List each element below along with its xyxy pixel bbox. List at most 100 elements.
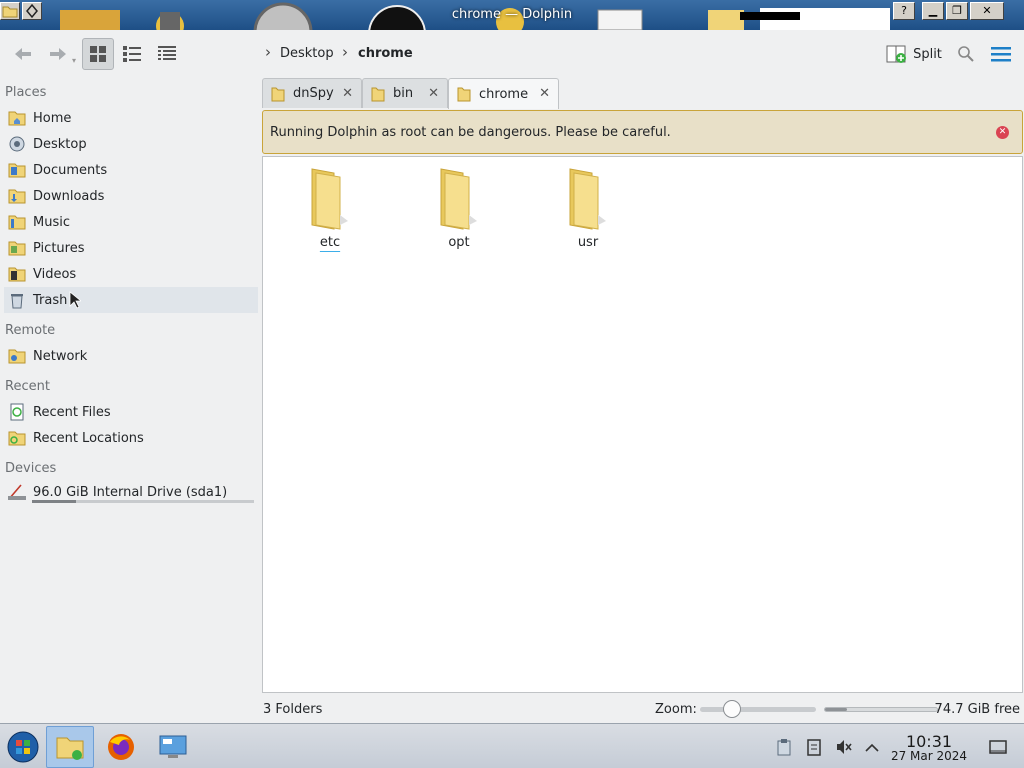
breadcrumb-chevron-icon: › <box>265 43 271 61</box>
sidebar-item-recent-files[interactable]: Recent Files <box>4 399 258 425</box>
folder-count: 3 Folders <box>263 702 323 717</box>
firefox-icon <box>108 734 134 760</box>
forward-arrow-icon <box>50 48 66 60</box>
sidebar-item-home[interactable]: Home <box>4 105 258 131</box>
tab-bin[interactable]: bin ✕ <box>362 78 448 108</box>
folder-icon <box>560 165 616 231</box>
documents-folder-icon <box>7 160 27 180</box>
root-warning-message: Running Dolphin as root can be dangerous… <box>262 110 1023 154</box>
details-view-button[interactable] <box>152 38 182 70</box>
folder-item-usr[interactable]: usr <box>548 165 628 255</box>
zoom-label: Zoom: <box>655 702 697 717</box>
clipboard-icon[interactable] <box>774 737 794 757</box>
folder-icon <box>271 86 285 102</box>
folder-icon <box>457 86 471 102</box>
start-orb-icon <box>7 731 39 763</box>
zoom-slider-handle[interactable] <box>723 700 742 718</box>
icons-view-icon <box>90 46 106 62</box>
close-warning-icon[interactable]: ✕ <box>996 126 1009 139</box>
main-toolbar: ▾ › Desktop › chrome Split <box>0 30 1024 78</box>
minimize-button[interactable]: ▁ <box>922 2 944 20</box>
folder-item-etc[interactable]: etc <box>290 165 370 255</box>
taskbar: 10:31 27 Mar 2024 <box>0 723 1024 768</box>
title-bar[interactable]: chrome — Dolphin ? ▁ ❐ ✕ <box>0 0 1024 30</box>
trash-icon <box>7 290 27 310</box>
free-space-fill <box>825 708 848 711</box>
sidebar-item-trash[interactable]: Trash <box>4 287 258 313</box>
start-button[interactable] <box>0 726 46 768</box>
free-space-bar <box>824 707 938 712</box>
forward-button[interactable]: ▾ <box>43 38 76 70</box>
sidebar-item-recent-locations[interactable]: Recent Locations <box>4 425 258 451</box>
hamburger-menu-icon <box>991 47 1011 62</box>
hamburger-menu-button[interactable] <box>986 38 1016 70</box>
show-hidden-icons-chevron-icon[interactable] <box>862 737 882 757</box>
breadcrumb-desktop[interactable]: Desktop <box>280 46 334 61</box>
drive-usage-fill <box>32 500 77 503</box>
drive-icon <box>7 482 27 502</box>
file-view[interactable]: etc opt usr <box>262 156 1023 693</box>
breadcrumb-current[interactable]: chrome <box>358 46 413 61</box>
tab-bar: dnSpy ✕ bin ✕ chrome ✕ <box>262 78 1022 109</box>
notes-icon[interactable] <box>804 737 824 757</box>
sidebar-item-music[interactable]: Music <box>4 209 258 235</box>
split-button[interactable]: Split <box>884 38 944 70</box>
pictures-folder-icon <box>7 238 27 258</box>
recent-files-icon <box>7 402 27 422</box>
section-heading-places: Places <box>5 85 47 100</box>
tab-close-icon[interactable]: ✕ <box>342 86 353 101</box>
tab-dnspy[interactable]: dnSpy ✕ <box>262 78 362 108</box>
window-title: chrome — Dolphin <box>451 7 573 22</box>
chevron-down-icon: ▾ <box>71 56 76 65</box>
compact-view-icon <box>123 46 141 62</box>
folder-icon <box>302 165 358 231</box>
drive-usage-bar <box>32 500 254 503</box>
back-arrow-icon <box>15 48 31 60</box>
mouse-cursor-icon <box>69 291 82 309</box>
sidebar-item-desktop[interactable]: Desktop <box>4 131 258 157</box>
zoom-slider[interactable] <box>700 700 816 718</box>
icons-view-button[interactable] <box>82 38 114 70</box>
section-heading-recent: Recent <box>5 379 50 394</box>
system-settings-icon <box>159 735 187 758</box>
sidebar-item-videos[interactable]: Videos <box>4 261 258 287</box>
taskbar-firefox-button[interactable] <box>98 726 144 768</box>
search-button[interactable] <box>952 38 980 70</box>
taskbar-dolphin-button[interactable] <box>46 726 94 768</box>
volume-muted-icon[interactable] <box>834 737 854 757</box>
section-heading-devices: Devices <box>5 461 57 476</box>
search-icon <box>958 46 974 62</box>
videos-folder-icon <box>7 264 27 284</box>
sidebar-item-documents[interactable]: Documents <box>4 157 258 183</box>
help-button[interactable]: ? <box>893 2 915 20</box>
sidebar-item-pictures[interactable]: Pictures <box>4 235 258 261</box>
show-desktop-icon[interactable] <box>988 737 1008 757</box>
details-view-icon <box>158 46 176 60</box>
file-manager-icon <box>56 737 84 760</box>
tab-chrome[interactable]: chrome ✕ <box>448 78 559 109</box>
music-folder-icon <box>7 212 27 232</box>
recent-locations-icon <box>7 428 27 448</box>
tab-close-icon[interactable]: ✕ <box>539 86 550 101</box>
folder-item-opt[interactable]: opt <box>419 165 499 255</box>
places-panel: Places Home Desktop Documents Downloads … <box>0 78 258 693</box>
compact-view-button[interactable] <box>117 38 147 70</box>
sidebar-item-network[interactable]: Network <box>4 343 258 369</box>
taskbar-system-settings-button[interactable] <box>150 726 196 768</box>
clock-date[interactable]: 27 Mar 2024 <box>886 749 972 763</box>
free-space-label[interactable]: 74.7 GiB free <box>935 702 1020 717</box>
maximize-button[interactable]: ❐ <box>946 2 968 20</box>
split-label: Split <box>913 46 942 62</box>
downloads-folder-icon <box>7 186 27 206</box>
breadcrumb-chevron-icon: › <box>342 43 348 61</box>
split-view-icon <box>886 45 907 63</box>
sidebar-item-downloads[interactable]: Downloads <box>4 183 258 209</box>
home-folder-icon <box>7 108 27 128</box>
status-bar: 3 Folders Zoom: 74.7 GiB free <box>0 695 1024 723</box>
tab-close-icon[interactable]: ✕ <box>428 86 439 101</box>
close-window-button[interactable]: ✕ <box>970 2 1004 20</box>
section-heading-remote: Remote <box>5 323 56 338</box>
back-button[interactable] <box>8 38 38 70</box>
folder-icon <box>371 86 385 102</box>
warning-text: Running Dolphin as root can be dangerous… <box>270 125 671 140</box>
